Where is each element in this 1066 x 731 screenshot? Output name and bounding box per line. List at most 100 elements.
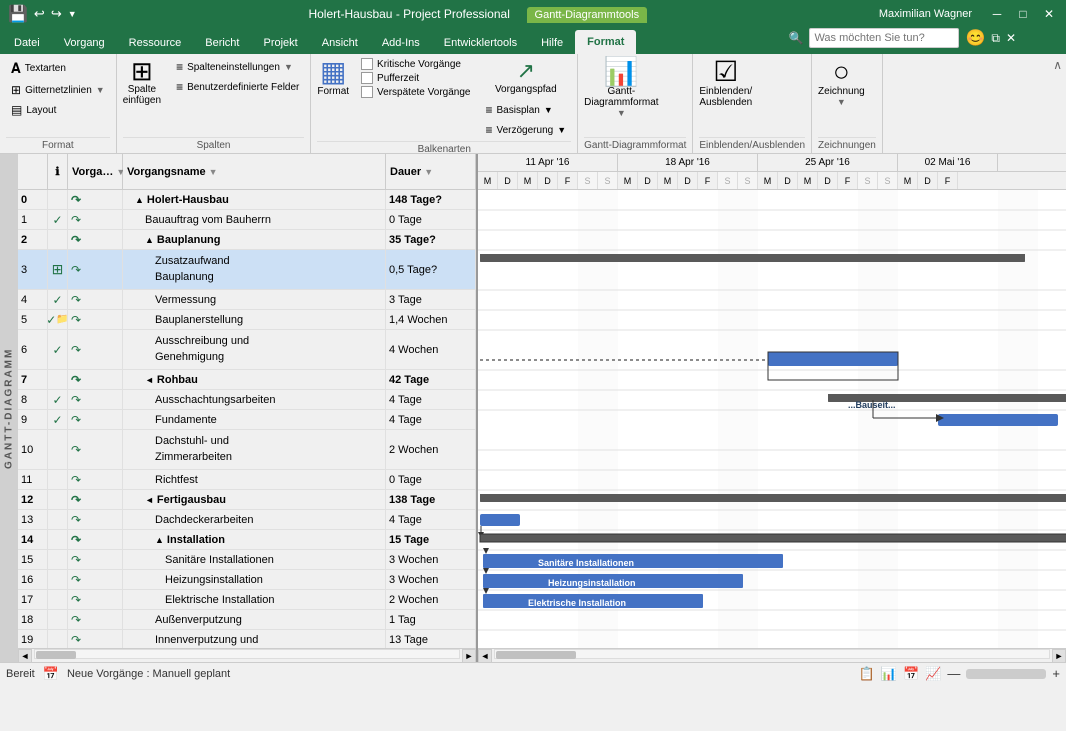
tab-ansicht[interactable]: Ansicht <box>310 32 370 54</box>
table-row[interactable]: 12 ↷ ◄Fertigausbau 138 Tage <box>18 490 476 510</box>
title-left: 💾 ↩ ↪ ▼ <box>8 4 77 24</box>
gantt-scroll-track[interactable] <box>494 649 1050 659</box>
scroll-track[interactable] <box>34 649 460 659</box>
scroll-right-arrow[interactable]: ► <box>462 649 476 662</box>
restore-button[interactable]: □ <box>1014 5 1032 23</box>
tab-addins[interactable]: Add-Ins <box>370 32 432 54</box>
window-restore2-icon[interactable]: ⧉ <box>991 31 1000 46</box>
vorgangspfad-btn[interactable]: ↗ Vorgangspfad <box>480 58 571 95</box>
collapse-ribbon-btn[interactable]: ∧ <box>1053 58 1062 72</box>
close2-icon[interactable]: ✕ <box>1006 31 1016 45</box>
table-row[interactable]: 13 ↷ Dachdeckerarbeiten 4 Tage <box>18 510 476 530</box>
format-bar-btn[interactable]: ▦ Format <box>317 58 349 97</box>
table-row[interactable]: 4 ✓ ↷ Vermessung 3 Tage <box>18 290 476 310</box>
kritische-vorgaenge-row[interactable]: Kritische Vorgänge <box>361 58 470 70</box>
table-row[interactable]: 6 ✓ ↷ Ausschreibung undGenehmigung 4 Woc… <box>18 330 476 370</box>
gantt-format-btn[interactable]: 📊 Gantt-Diagrammformat ▼ <box>584 58 658 118</box>
table-row[interactable]: 7 ↷ ◄Rohbau 42 Tage <box>18 370 476 390</box>
cell-name: Heizungsinstallation <box>123 570 386 589</box>
timeline-view-icon[interactable]: 📈 <box>925 666 941 682</box>
table-row[interactable]: 16 ↷ Heizungsinstallation 3 Wochen <box>18 570 476 590</box>
search-input[interactable] <box>809 28 959 48</box>
table-row[interactable]: 10 ↷ Dachstuhl- undZimmerarbeiten 2 Woch… <box>18 430 476 470</box>
zoom-in-icon[interactable]: + <box>1052 666 1060 681</box>
close-button[interactable]: ✕ <box>1040 5 1058 23</box>
zoom-slider[interactable] <box>966 669 1046 679</box>
table-row[interactable]: 19 ↷ Innenverputzung und 13 Tage <box>18 630 476 648</box>
toolbar-dropdown[interactable]: ▼ <box>68 9 77 19</box>
basisplan-button[interactable]: ≡ Basisplan ▼ <box>480 101 571 119</box>
verspaetete-row[interactable]: Verspätete Vorgänge <box>361 86 470 98</box>
calendar-view-icon[interactable]: 📅 <box>903 666 919 682</box>
zeichnung-btn[interactable]: ○ Zeichnung ▼ <box>818 58 865 107</box>
gantt-hscroll[interactable]: ◄ ► <box>478 648 1066 662</box>
benutzerdef-button[interactable]: ≡ Benutzerdefinierte Felder <box>171 78 304 96</box>
day-cell: M <box>658 172 678 190</box>
table-row[interactable]: 3 ⊞ ↷ ZusatzaufwandBauplanung 0,5 Tage? <box>18 250 476 290</box>
minimize-button[interactable]: ─ <box>988 5 1006 23</box>
zoom-out-icon[interactable]: — <box>947 666 960 681</box>
balkenarten-checkboxes: Kritische Vorgänge Pufferzeit Verspätete… <box>361 58 470 98</box>
cell-vorgang: ↷ <box>68 470 123 489</box>
tab-entwicklertools[interactable]: Entwicklertools <box>432 32 529 54</box>
tab-ressource[interactable]: Ressource <box>117 32 194 54</box>
table-row[interactable]: 17 ↷ Elektrische Installation 2 Wochen <box>18 590 476 610</box>
cell-vorgang: ↷ <box>68 610 123 629</box>
cell-dauer: 0,5 Tage? <box>386 250 476 290</box>
cell-vorgang: ↷ <box>68 590 123 609</box>
pufferzeit-row[interactable]: Pufferzeit <box>361 72 470 84</box>
cell-rownum: 9 <box>18 410 48 429</box>
redo-icon[interactable]: ↪ <box>51 6 62 22</box>
th-rownum <box>18 154 48 189</box>
table-row[interactable]: 8 ✓ ↷ Ausschachtungsarbeiten 4 Tage <box>18 390 476 410</box>
verzoegerung-button[interactable]: ≡ Verzögerung ▼ <box>480 121 571 139</box>
tab-projekt[interactable]: Projekt <box>252 32 310 54</box>
scroll-left-arrow[interactable]: ◄ <box>18 649 32 662</box>
gantt-view-icon[interactable]: 📋 <box>859 666 875 682</box>
table-row[interactable]: 1 ✓ ↷ Bauauftrag vom Bauherrn 0 Tage <box>18 210 476 230</box>
einblenden-btn[interactable]: ☑ Einblenden/Ausblenden <box>699 58 752 108</box>
kritische-checkbox[interactable] <box>361 58 373 70</box>
pufferzeit-checkbox[interactable] <box>361 72 373 84</box>
table-row[interactable]: 2 ↷ ▲Bauplanung 35 Tage? <box>18 230 476 250</box>
table-row[interactable]: 5 ✓📁 ↷ Bauplanerstellung 1,4 Wochen <box>18 310 476 330</box>
table-row[interactable]: 0 ↷ ▲Holert-Hausbau 148 Tage? <box>18 190 476 210</box>
gantt-header: 11 Apr '16 18 Apr '16 25 Apr '16 02 Mai … <box>478 154 1066 190</box>
title-right: Maximilian Wagner ─ □ ✕ <box>879 5 1058 23</box>
cell-rownum: 4 <box>18 290 48 309</box>
cell-rownum: 10 <box>18 430 48 470</box>
table-row[interactable]: 11 ↷ Richtfest 0 Tage <box>18 470 476 490</box>
tab-datei[interactable]: Datei <box>2 32 52 54</box>
title-bar: 💾 ↩ ↪ ▼ Holert-Hausbau - Project Profess… <box>0 0 1066 28</box>
table-row[interactable]: 9 ✓ ↷ Fundamente 4 Tage <box>18 410 476 430</box>
tab-bericht[interactable]: Bericht <box>193 32 251 54</box>
day-cell: F <box>838 172 858 190</box>
cell-rownum: 14 <box>18 530 48 549</box>
week-mai02: 02 Mai '16 <box>898 154 998 171</box>
spalte-einfuegen-btn[interactable]: ⊞ Spalteeinfügen <box>123 58 161 106</box>
layout-button[interactable]: ▤ Layout <box>6 101 110 119</box>
table-hscroll[interactable]: ◄ ► <box>18 648 476 662</box>
spalteneinstellungen-button[interactable]: ≡ Spalteneinstellungen ▼ <box>171 58 304 76</box>
verspaetete-checkbox[interactable] <box>361 86 373 98</box>
undo-icon[interactable]: ↩ <box>34 6 45 22</box>
cell-name: Sanitäre Installationen <box>123 550 386 569</box>
gitternetzlinien-button[interactable]: ⊞ Gitternetzlinien ▼ <box>6 81 110 99</box>
cell-dauer: 4 Tage <box>386 390 476 409</box>
table-row[interactable]: 14 ↷ ▲Installation 15 Tage <box>18 530 476 550</box>
cell-rownum: 3 <box>18 250 48 290</box>
tab-hilfe[interactable]: Hilfe <box>529 32 575 54</box>
tab-format[interactable]: Format <box>575 30 636 54</box>
gantt-scroll-right[interactable]: ► <box>1052 649 1066 662</box>
resource-view-icon[interactable]: 📊 <box>881 666 897 682</box>
day-cell: F <box>938 172 958 190</box>
cell-vorgang: ↷ <box>68 530 123 549</box>
textarten-button[interactable]: 𝐀 Textarten <box>6 58 110 79</box>
status-right: 📋 📊 📅 📈 — + <box>859 666 1060 682</box>
gantt-scroll-left[interactable]: ◄ <box>478 649 492 662</box>
cell-name: Vermessung <box>123 290 386 309</box>
table-row[interactable]: 15 ↷ Sanitäre Installationen 3 Wochen <box>18 550 476 570</box>
cell-rownum: 8 <box>18 390 48 409</box>
table-row[interactable]: 18 ↷ Außenverputzung 1 Tag <box>18 610 476 630</box>
tab-vorgang[interactable]: Vorgang <box>52 32 117 54</box>
